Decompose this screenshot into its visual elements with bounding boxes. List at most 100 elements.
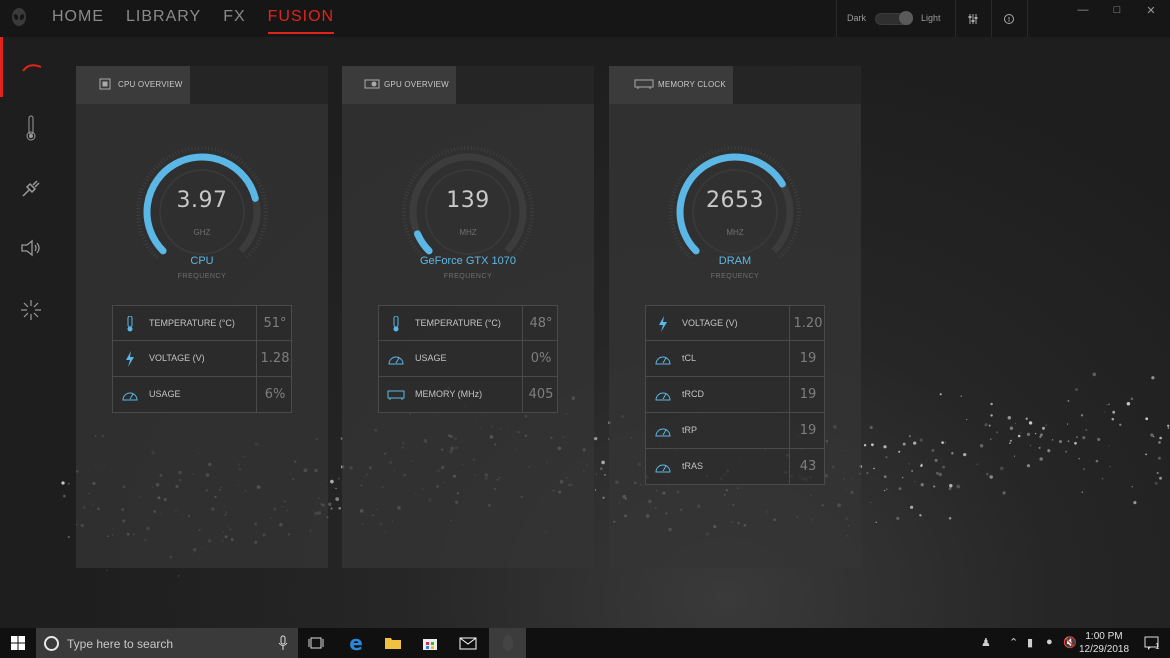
- speedometer-icon: [655, 428, 671, 437]
- sidebar-item-lighting[interactable]: [0, 280, 61, 340]
- gauge-value: 139: [446, 188, 490, 213]
- taskbar-search-box[interactable]: Type here to search: [36, 628, 298, 658]
- speedometer-icon: [122, 392, 138, 401]
- tab-library[interactable]: LIBRARY: [126, 8, 201, 34]
- lightning-icon: [126, 351, 134, 367]
- system-clock[interactable]: 1:00 PM 12/29/2018: [1076, 630, 1132, 656]
- mail-icon: [459, 637, 477, 649]
- gauge-unit: MHZ: [726, 228, 744, 237]
- card-header: [190, 66, 328, 104]
- stat-value: 19: [799, 387, 817, 402]
- main-nav: HOME LIBRARY FX FUSION: [52, 8, 356, 34]
- speaker-icon: [20, 239, 40, 257]
- alienware-logo-icon[interactable]: [8, 7, 30, 29]
- speedometer-icon: [655, 356, 671, 365]
- stats-table: TEMPERATURE (°C) 51° VOLTAGE (V) 1.28 US…: [112, 305, 292, 413]
- memory-module-icon: [634, 79, 654, 89]
- tab-fusion[interactable]: FUSION: [267, 8, 335, 34]
- gpu-card-icon: [364, 79, 380, 89]
- microphone-icon[interactable]: [278, 635, 288, 651]
- stat-row: VOLTAGE (V) 1.28: [112, 341, 292, 377]
- stat-label: tRCD: [682, 389, 704, 399]
- alienware-app-icon: [502, 635, 513, 651]
- stats-table: VOLTAGE (V) 1.20 tCL 19 tRCD 19 tRP 19 t…: [645, 305, 825, 485]
- volume-muted-icon[interactable]: 🔇: [1063, 636, 1077, 649]
- stat-row: tCL 19: [645, 341, 825, 377]
- stat-label: TEMPERATURE (°C): [149, 318, 235, 328]
- stat-row: TEMPERATURE (°C) 51°: [112, 305, 292, 341]
- thermometer-icon: [393, 316, 399, 332]
- card-title: MEMORY CLOCK: [658, 80, 726, 89]
- stat-value: 19: [799, 351, 817, 366]
- power-plug-icon: [21, 180, 40, 197]
- stat-label: VOLTAGE (V): [682, 318, 738, 328]
- wifi-icon[interactable]: ●: [1046, 636, 1053, 648]
- sidebar: [0, 37, 61, 628]
- clock-date: 12/29/2018: [1078, 644, 1130, 655]
- clock-time: 1:00 PM: [1085, 631, 1123, 642]
- notification-count: 1: [1155, 642, 1160, 651]
- stat-row: tRAS 43: [645, 449, 825, 485]
- store-app-button[interactable]: [412, 628, 448, 658]
- card-header: [456, 66, 594, 104]
- stat-row: USAGE 6%: [112, 377, 292, 413]
- cpu-chip-icon: [99, 78, 111, 90]
- gauge-value: 2653: [706, 188, 764, 213]
- speedometer-icon: [388, 356, 404, 365]
- settings-sliders-button[interactable]: [955, 0, 992, 37]
- chevron-up-icon[interactable]: ⌃: [1009, 636, 1018, 649]
- card-title: CPU OVERVIEW: [118, 80, 183, 89]
- stats-table: TEMPERATURE (°C) 48° USAGE 0% MEMORY (MH…: [378, 305, 558, 413]
- battery-icon[interactable]: ▮: [1027, 636, 1033, 649]
- fusion-panel: CPU OVERVIEW 3.97 GHZ CPU FREQUENCY TEMP…: [61, 37, 1170, 628]
- people-icon[interactable]: ♟: [981, 636, 991, 649]
- stat-row: tRCD 19: [645, 377, 825, 413]
- help-icon: [1004, 13, 1014, 24]
- sidebar-item-audio[interactable]: [0, 218, 61, 278]
- sidebar-item-power[interactable]: [0, 158, 61, 218]
- close-button[interactable]: ✕: [1141, 4, 1161, 17]
- title-bar: HOME LIBRARY FX FUSION Dark Light — □ ✕: [0, 0, 1170, 37]
- edge-app-button[interactable]: e: [338, 628, 374, 658]
- tab-home[interactable]: HOME: [52, 8, 104, 34]
- thermometer-icon: [127, 316, 133, 332]
- gpu-overview-card: GPU OVERVIEW 139 MHZ GeForce GTX 1070 FR…: [342, 66, 594, 568]
- card-header: [733, 66, 861, 104]
- device-subtitle: FREQUENCY: [177, 273, 227, 280]
- cortana-icon: [44, 636, 59, 651]
- cpu-overview-card: CPU OVERVIEW 3.97 GHZ CPU FREQUENCY TEMP…: [76, 66, 328, 568]
- action-center-button[interactable]: 1: [1134, 628, 1170, 658]
- task-view-button[interactable]: [298, 628, 334, 658]
- stat-label: TEMPERATURE (°C): [415, 318, 501, 328]
- stat-value: 0%: [530, 351, 552, 366]
- stat-value: 51°: [263, 316, 287, 331]
- stat-row: TEMPERATURE (°C) 48°: [378, 305, 558, 341]
- stat-value: 19: [799, 423, 817, 438]
- theme-toggle[interactable]: Dark Light: [836, 0, 956, 37]
- windows-logo-icon: [11, 636, 25, 650]
- alienware-command-center-app-button[interactable]: [489, 628, 526, 658]
- sidebar-item-thermal[interactable]: [0, 98, 61, 158]
- maximize-button[interactable]: □: [1107, 4, 1127, 16]
- tab-fx[interactable]: FX: [223, 8, 245, 34]
- stat-row: VOLTAGE (V) 1.20: [645, 305, 825, 341]
- theme-light-label: Light: [921, 13, 941, 23]
- mail-app-button[interactable]: [450, 628, 486, 658]
- help-button[interactable]: [991, 0, 1028, 37]
- theme-switch-knob[interactable]: [899, 11, 913, 25]
- sliders-icon: [968, 13, 978, 24]
- stat-row: MEMORY (MHz) 405: [378, 377, 558, 413]
- fusion-icon: [22, 64, 42, 72]
- lightning-icon: [659, 316, 667, 332]
- start-button[interactable]: [0, 628, 36, 658]
- stat-label: VOLTAGE (V): [149, 353, 205, 363]
- file-explorer-button[interactable]: [375, 628, 411, 658]
- sidebar-item-fusion[interactable]: [0, 37, 61, 97]
- minimize-button[interactable]: —: [1073, 4, 1093, 16]
- stat-row: tRP 19: [645, 413, 825, 449]
- stat-label: tRP: [682, 425, 698, 435]
- speedometer-icon: [655, 464, 671, 473]
- thermometer-icon: [26, 115, 35, 141]
- gauge-value: 3.97: [176, 188, 228, 213]
- device-name: CPU: [190, 255, 214, 267]
